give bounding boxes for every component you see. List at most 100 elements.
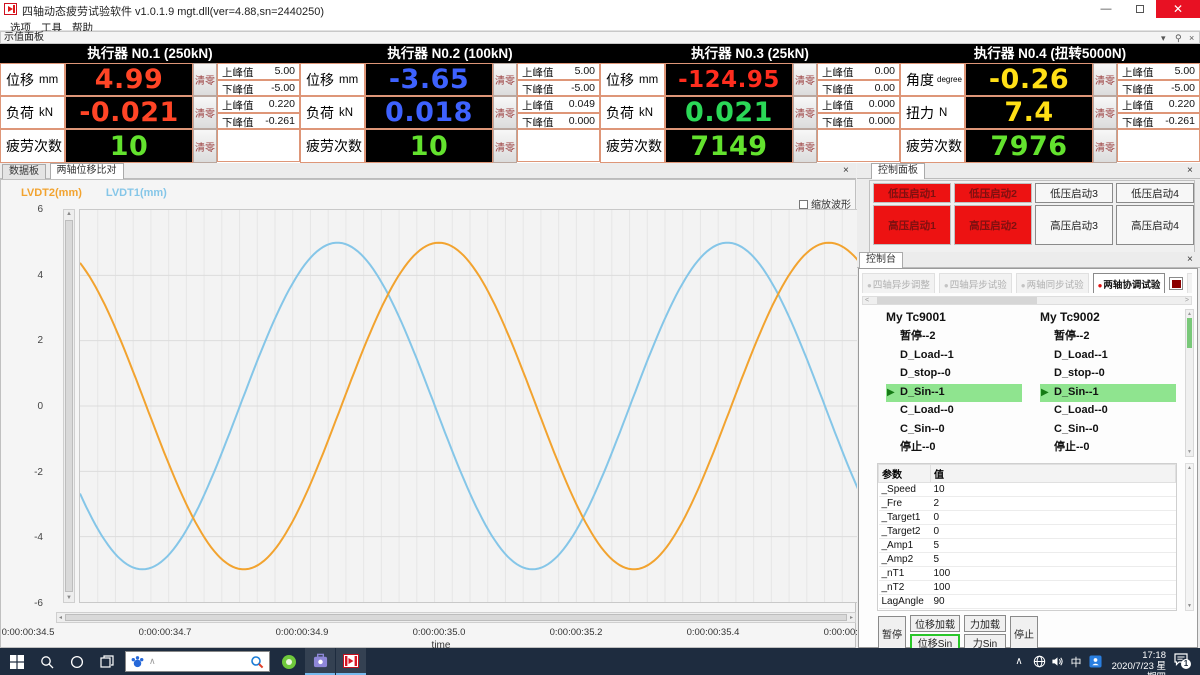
clear-button[interactable]: 清零: [1093, 63, 1117, 96]
dock-dropdown-icon[interactable]: ▾: [1161, 32, 1166, 44]
param-row[interactable]: _Amp15: [879, 539, 1176, 553]
cp-button-低压启动2[interactable]: 低压启动2: [954, 183, 1032, 203]
chart-panel-close-icon[interactable]: ×: [843, 165, 849, 176]
clear-button[interactable]: 清零: [793, 129, 817, 163]
channel-item[interactable]: 暂停--2: [1040, 328, 1176, 347]
param-row[interactable]: _Fre2: [879, 497, 1176, 511]
tray-app-icon[interactable]: [1086, 648, 1104, 675]
scroll-down-icon[interactable]: ▼: [64, 595, 74, 601]
tab-control-panel[interactable]: 控制面板: [871, 163, 925, 179]
dock-close-icon[interactable]: ×: [1189, 32, 1194, 44]
mode-stop-square[interactable]: [1169, 277, 1183, 290]
disp-load-button[interactable]: 位移加载: [910, 615, 960, 632]
scroll-right-icon[interactable]: ▸: [850, 614, 853, 621]
clear-button[interactable]: 清零: [793, 63, 817, 96]
channel-item[interactable]: 停止--0: [1040, 439, 1176, 458]
channel-item[interactable]: ▶D_Sin--1: [1040, 384, 1176, 403]
channel-item[interactable]: C_Sin--0: [886, 421, 1022, 440]
cp-button-高压启动2[interactable]: 高压启动2: [954, 205, 1032, 245]
channel-item[interactable]: D_stop--0: [1040, 365, 1176, 384]
clear-button[interactable]: 清零: [1093, 129, 1117, 163]
control-panel-close-icon[interactable]: ×: [1187, 165, 1193, 176]
scroll-up-icon[interactable]: ▲: [1186, 465, 1193, 471]
scroll-left-icon[interactable]: <: [865, 297, 869, 305]
tab-console[interactable]: 控制台: [859, 252, 903, 268]
param-row[interactable]: _Target20: [879, 525, 1176, 539]
channel-item[interactable]: C_Load--0: [886, 402, 1022, 421]
cp-button-高压启动3[interactable]: 高压启动3: [1035, 205, 1113, 245]
force-load-button[interactable]: 力加载: [964, 615, 1006, 632]
parameter-vertical-scrollbar[interactable]: ▲ ▼: [1185, 463, 1194, 611]
channel-vertical-scrollbar[interactable]: ▲ ▼: [1185, 309, 1194, 457]
chart-horizontal-scrollbar[interactable]: ◂ ▸: [56, 612, 856, 623]
chart-tab-0[interactable]: 数据板: [2, 164, 46, 179]
cp-button-低压启动3[interactable]: 低压启动3: [1035, 183, 1113, 203]
cp-button-低压启动4[interactable]: 低压启动4: [1116, 183, 1194, 203]
channel-item[interactable]: 停止--0: [886, 439, 1022, 458]
readout-unit: kN: [339, 107, 353, 119]
channel-item[interactable]: D_stop--0: [886, 365, 1022, 384]
channel-item[interactable]: C_Load--0: [1040, 402, 1176, 421]
mode-horizontal-scrollbar[interactable]: < >: [862, 296, 1192, 305]
stop-button[interactable]: 停止: [1010, 616, 1038, 650]
channel-item[interactable]: D_Load--1: [1040, 347, 1176, 366]
param-row[interactable]: _nT2100: [879, 581, 1176, 595]
tray-clock[interactable]: 17:18 2020/7/23 星期四: [1104, 650, 1166, 674]
scroll-thumb[interactable]: [65, 614, 847, 621]
channel-item[interactable]: D_Load--1: [886, 347, 1022, 366]
scroll-thumb[interactable]: [877, 297, 1037, 304]
scroll-up-icon[interactable]: ▲: [1186, 311, 1193, 317]
param-row[interactable]: _Target10: [879, 511, 1176, 525]
task-view-icon[interactable]: [92, 648, 122, 675]
chart-tab-1[interactable]: 两轴位移比对: [50, 163, 124, 179]
tray-expand-icon[interactable]: ∧: [1012, 648, 1026, 675]
param-row[interactable]: _Amp25: [879, 553, 1176, 567]
browser-app-icon[interactable]: [274, 648, 304, 675]
channel-item-label: 停止--0: [900, 441, 935, 453]
cp-button-低压启动1[interactable]: 低压启动1: [873, 183, 951, 203]
volume-icon[interactable]: [1048, 648, 1066, 675]
toolbox-app-icon[interactable]: [305, 648, 335, 675]
scroll-up-icon[interactable]: ▲: [64, 211, 74, 217]
action-center-icon[interactable]: 1: [1170, 648, 1192, 675]
start-button[interactable]: [2, 648, 32, 675]
clear-button[interactable]: 清零: [193, 63, 217, 96]
chart-vertical-scrollbar[interactable]: ▲ ▼: [63, 209, 75, 603]
minimize-button[interactable]: —: [1090, 0, 1122, 19]
channel-item[interactable]: C_Sin--0: [1040, 421, 1176, 440]
ime-indicator[interactable]: 中: [1068, 648, 1084, 675]
pause-button[interactable]: 暂停: [878, 616, 906, 650]
clear-button[interactable]: 清零: [193, 96, 217, 129]
clear-button[interactable]: 清零: [193, 129, 217, 163]
cortana-icon[interactable]: [62, 648, 92, 675]
scroll-down-icon[interactable]: ▼: [1186, 449, 1193, 455]
param-row[interactable]: _nT1100: [879, 567, 1176, 581]
scroll-down-icon[interactable]: ▼: [1186, 603, 1193, 609]
taskbar-search-icon[interactable]: [32, 648, 62, 675]
clear-button[interactable]: 清零: [1093, 96, 1117, 129]
scroll-right-icon[interactable]: >: [1185, 297, 1189, 305]
clear-button[interactable]: 清零: [493, 63, 517, 96]
mode-两轴协调试验[interactable]: ●两轴协调试验: [1093, 273, 1166, 293]
channel-item[interactable]: 暂停--2: [886, 328, 1022, 347]
console-close-icon[interactable]: ×: [1187, 254, 1193, 265]
clear-button[interactable]: 清零: [493, 96, 517, 129]
scroll-thumb[interactable]: [65, 220, 73, 592]
clear-button[interactable]: 清零: [793, 96, 817, 129]
scroll-thumb[interactable]: [1187, 318, 1192, 348]
param-row[interactable]: LagAngle90: [879, 595, 1176, 609]
network-icon[interactable]: [1030, 648, 1048, 675]
clear-button[interactable]: 清零: [493, 129, 517, 163]
cp-button-高压启动4[interactable]: 高压启动4: [1116, 205, 1194, 245]
scroll-left-icon[interactable]: ◂: [59, 614, 62, 621]
maximize-button[interactable]: [1124, 0, 1156, 19]
dock-pin-icon[interactable]: ⚲: [1175, 32, 1182, 44]
peak-values: 上峰值5.00下峰值-5.00: [217, 63, 300, 96]
close-button[interactable]: ✕: [1156, 0, 1200, 19]
fatigue-app-icon[interactable]: [336, 648, 366, 675]
caret-icon[interactable]: ∧: [149, 656, 156, 667]
param-row[interactable]: _Speed10: [879, 483, 1176, 497]
channel-item[interactable]: ▶D_Sin--1: [886, 384, 1022, 403]
cp-button-高压启动1[interactable]: 高压启动1: [873, 205, 951, 245]
baidu-search-box[interactable]: ∧: [125, 651, 270, 672]
